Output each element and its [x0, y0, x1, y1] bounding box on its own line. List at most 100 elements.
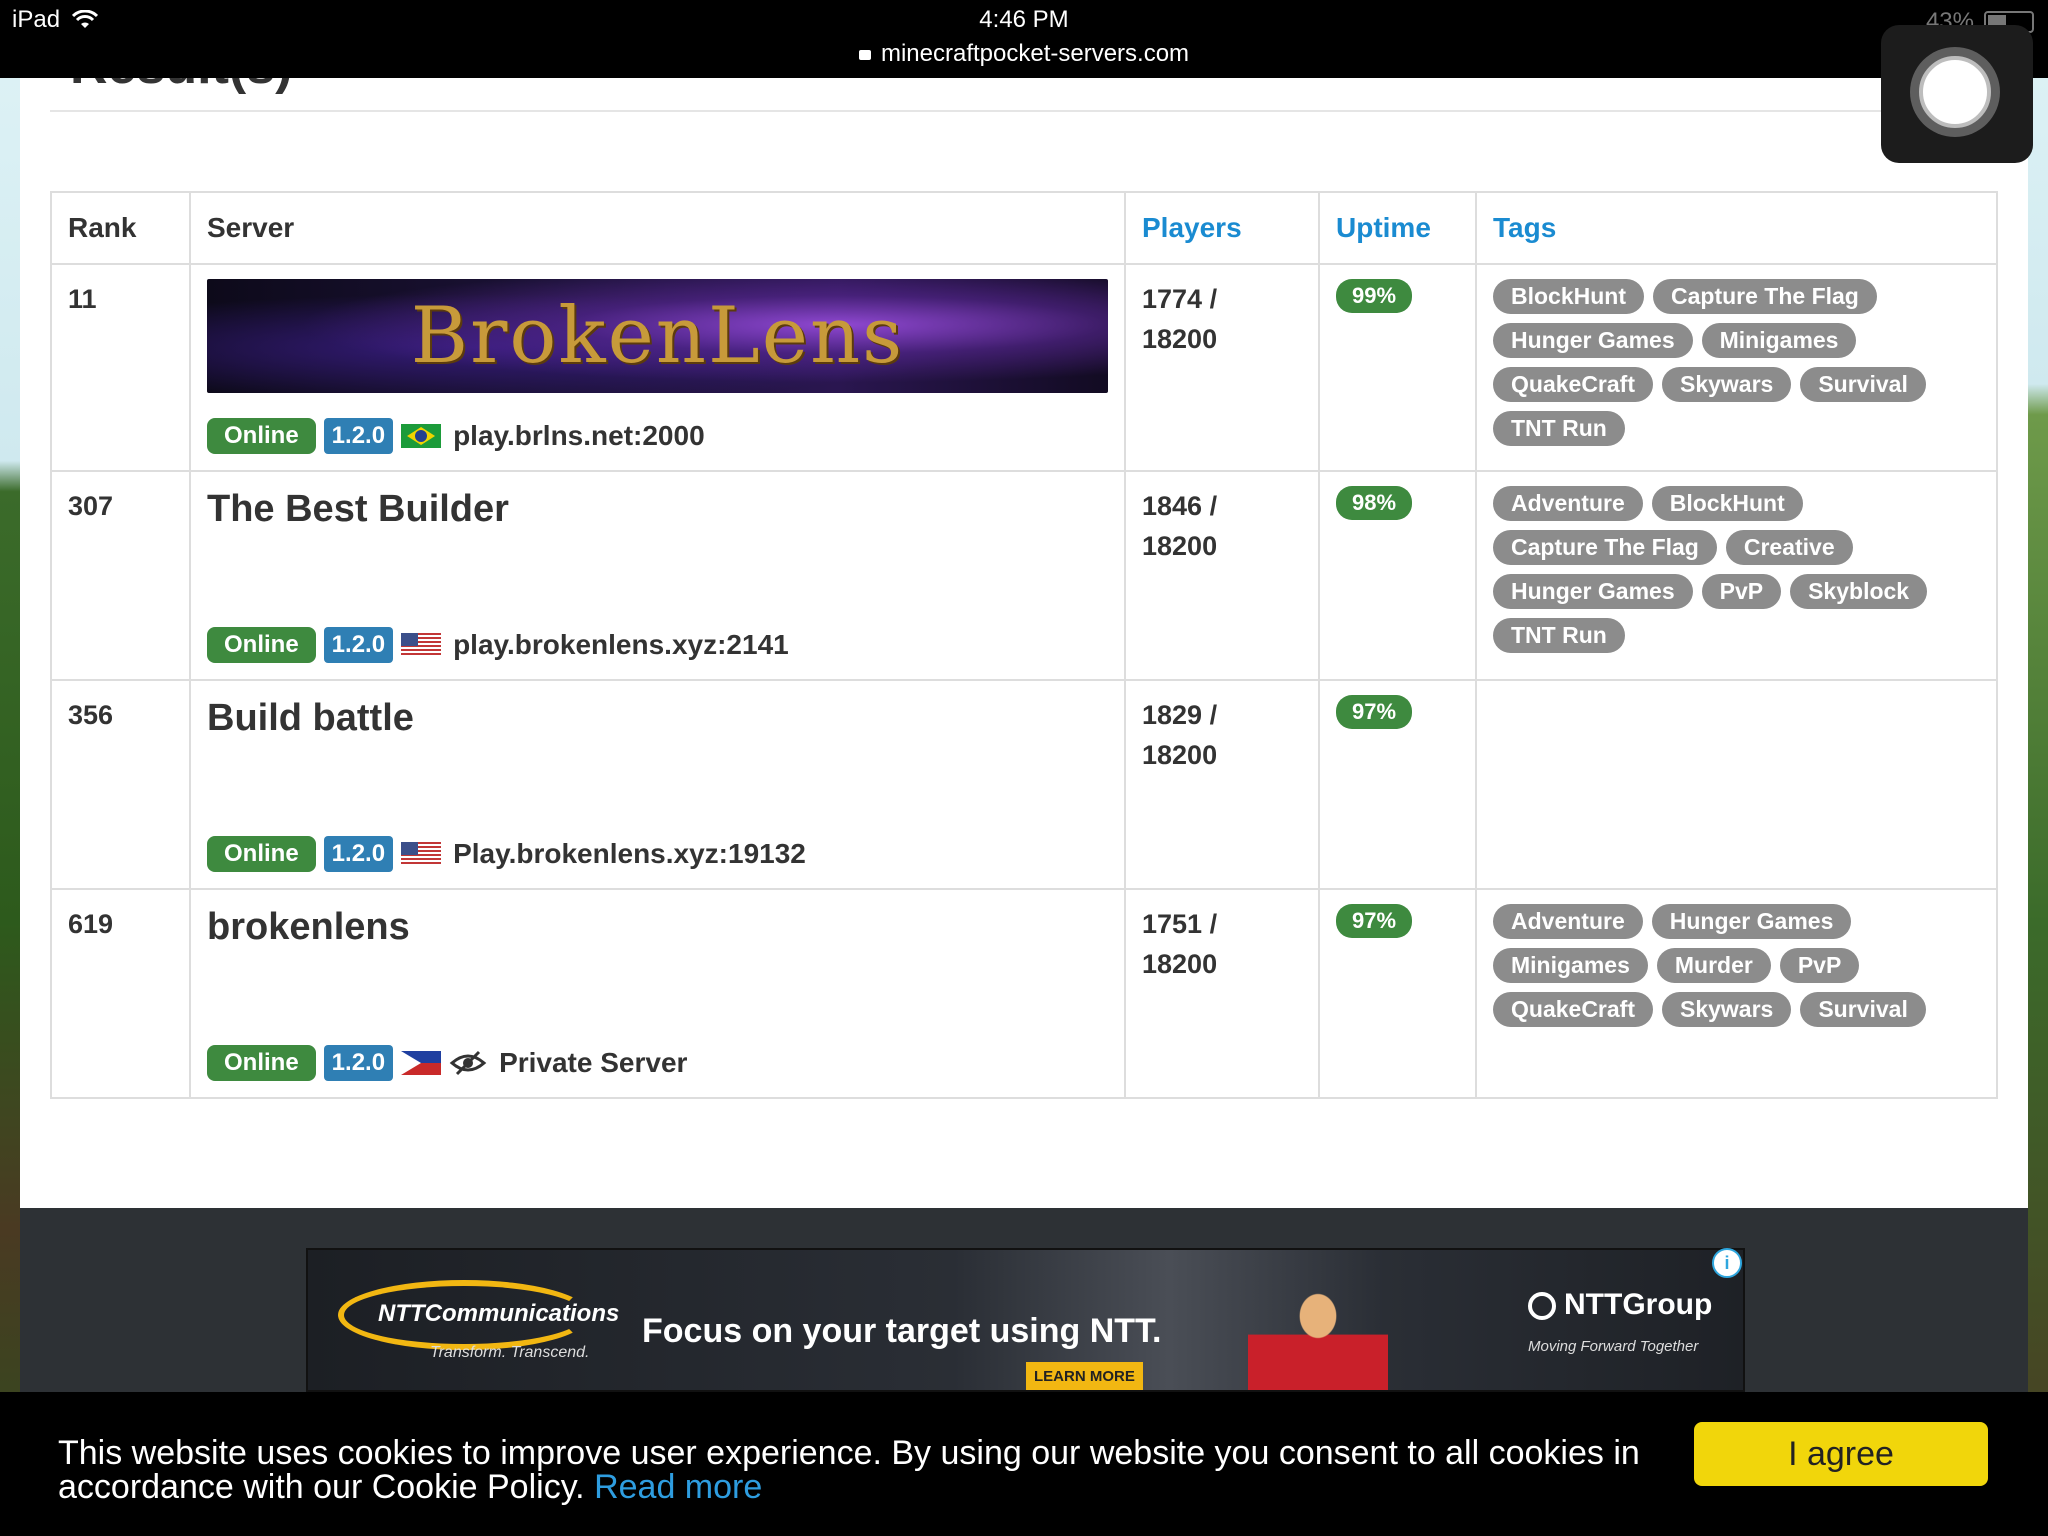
tag-badge[interactable]: Hunger Games [1493, 574, 1693, 609]
tag-badge[interactable]: Skywars [1661, 992, 1792, 1027]
version-badge: 1.2.0 [323, 418, 394, 454]
server-status-line: Online 1.2.0 play.brokenlens.xyz:2141 [207, 627, 789, 663]
table-row[interactable]: 356 Build battle Online 1.2.0 Play.brokenlen… [50, 679, 1998, 890]
address-bar[interactable]: minecraftpocket-servers.com [0, 40, 2048, 68]
tag-badge[interactable]: Minigames [1493, 948, 1648, 983]
players-online: 1751 / [1142, 909, 1218, 939]
tag-badge[interactable]: Skywars [1661, 367, 1792, 402]
uptime-cell: 97% [1318, 888, 1477, 1099]
players-online: 1829 / [1142, 700, 1218, 730]
cookie-message: This website uses cookies to improve use… [58, 1436, 1658, 1504]
rank-value: 619 [68, 909, 114, 939]
background-left [0, 0, 20, 1536]
rank-cell: 356 [50, 679, 191, 890]
tag-badge[interactable]: BlockHunt [1651, 486, 1803, 521]
ad-learn-more-button[interactable]: LEARN MORE [1026, 1362, 1143, 1390]
usa-flag-icon [401, 842, 442, 866]
server-table: Rank Server Players Uptime Tags 11 Broken… [50, 191, 1998, 1099]
rank-cell: 307 [50, 470, 191, 681]
cookie-banner: This website uses cookies to improve use… [0, 1392, 2048, 1536]
table-row[interactable]: 619 brokenlens Online 1.2.0 Private Server 17… [50, 888, 1998, 1099]
table-row[interactable]: 11 BrokenLens Online 1.2.0 play.brlns.net:20… [50, 263, 1998, 472]
players-max: 18200 [1142, 324, 1218, 354]
ad-info-icon[interactable]: i [1712, 1248, 1742, 1278]
server-name[interactable]: brokenlens [207, 906, 1108, 949]
server-banner[interactable]: BrokenLens [207, 279, 1108, 393]
server-cell: brokenlens Online 1.2.0 Private Server [189, 888, 1126, 1099]
server-address[interactable]: Private Server [499, 1047, 687, 1079]
players-online: 1846 / [1142, 491, 1218, 521]
tag-badge[interactable]: Minigames [1701, 323, 1857, 358]
tag-badge[interactable]: Survival [1800, 992, 1926, 1027]
tag-badge[interactable]: Survival [1800, 367, 1926, 402]
players-online: 1774 / [1142, 284, 1218, 314]
ad-group: NTTGroup [1528, 1288, 1712, 1322]
server-name[interactable]: Build battle [207, 697, 1108, 740]
tag-badge[interactable]: Hunger Games [1493, 323, 1693, 358]
table-header-row: Rank Server Players Uptime Tags [50, 191, 1998, 265]
tag-badge[interactable]: Skyblock [1790, 574, 1928, 609]
server-name[interactable]: The Best Builder [207, 488, 1108, 531]
rank-cell: 11 [50, 263, 191, 472]
tag-list: Adventure BlockHunt Capture The Flag Creati… [1493, 486, 1953, 653]
players-cell: 1774 / 18200 [1124, 263, 1320, 472]
tags-cell: Adventure BlockHunt Capture The Flag Creati… [1475, 470, 1998, 681]
tag-badge[interactable]: QuakeCraft [1493, 992, 1653, 1027]
tag-list: BlockHunt Capture The Flag Hunger Games Min… [1493, 279, 1953, 446]
read-more-link[interactable]: Read more [594, 1468, 762, 1506]
tags-cell: Adventure Hunger Games Minigames Murder PvP Q… [1475, 888, 1998, 1099]
tag-badge[interactable]: Capture The Flag [1653, 279, 1877, 314]
uptime-cell: 98% [1318, 470, 1477, 681]
rank-value: 307 [68, 491, 114, 521]
tag-badge[interactable]: PvP [1779, 948, 1860, 983]
assistive-touch-icon [1910, 47, 2000, 137]
uptime-badge: 97% [1336, 904, 1413, 938]
clock: 4:46 PM [979, 6, 1069, 33]
tag-badge[interactable]: Capture The Flag [1493, 530, 1717, 565]
tag-badge[interactable]: QuakeCraft [1493, 367, 1653, 402]
tag-badge[interactable]: PvP [1701, 574, 1782, 609]
server-address[interactable]: play.brokenlens.xyz:2141 [453, 629, 789, 661]
uptime-badge: 97% [1336, 695, 1413, 729]
tag-badge[interactable]: Hunger Games [1651, 904, 1852, 939]
players-max: 18200 [1142, 531, 1218, 561]
server-cell: BrokenLens Online 1.2.0 play.brlns.net:2000 [189, 263, 1126, 472]
header-players-sort[interactable]: Players [1124, 191, 1320, 265]
tag-badge[interactable]: Adventure [1493, 904, 1643, 939]
server-status-line: Online 1.2.0 Private Server [207, 1045, 687, 1081]
players-max: 18200 [1142, 949, 1218, 979]
players-cell: 1846 / 18200 [1124, 470, 1320, 681]
brazil-flag-icon [401, 424, 442, 448]
uptime-cell: 99% [1318, 263, 1477, 472]
status-badge: Online [207, 418, 316, 454]
server-address[interactable]: play.brlns.net:2000 [453, 420, 705, 452]
status-badge: Online [207, 1045, 316, 1081]
tag-list: Adventure Hunger Games Minigames Murder PvP Q… [1493, 904, 1953, 1027]
server-address[interactable]: Play.brokenlens.xyz:19132 [453, 838, 806, 870]
tag-badge[interactable]: TNT Run [1493, 411, 1625, 446]
rank-cell: 619 [50, 888, 191, 1099]
tag-badge[interactable]: Murder [1656, 948, 1771, 983]
banner-text: BrokenLens [410, 291, 905, 381]
header-tags-sort[interactable]: Tags [1475, 191, 1998, 265]
server-status-line: Online 1.2.0 play.brlns.net:2000 [207, 418, 705, 454]
version-badge: 1.2.0 [323, 1045, 394, 1081]
rank-value: 356 [68, 700, 114, 730]
agree-button[interactable]: I agree [1694, 1422, 1988, 1486]
rank-value: 11 [68, 284, 97, 314]
ad-tagline: Transform. Transcend. [430, 1344, 590, 1361]
status-badge: Online [207, 836, 316, 872]
header-rank: Rank [50, 191, 191, 265]
tag-badge[interactable]: Adventure [1493, 486, 1643, 521]
philippines-flag-icon [401, 1051, 442, 1075]
ntt-group-logo-icon [1528, 1292, 1556, 1321]
title-divider [50, 110, 2032, 112]
tag-badge[interactable]: Creative [1725, 530, 1853, 565]
ad-banner[interactable]: NTTCommunications Transform. Transcend. … [306, 1248, 1745, 1392]
table-row[interactable]: 307 The Best Builder Online 1.2.0 play.broke… [50, 470, 1998, 681]
tag-badge[interactable]: TNT Run [1493, 618, 1625, 653]
assistive-touch-button[interactable] [1881, 25, 2033, 163]
header-uptime-sort[interactable]: Uptime [1318, 191, 1477, 265]
tag-badge[interactable]: BlockHunt [1493, 279, 1644, 314]
server-cell: Build battle Online 1.2.0 Play.brokenlens.x… [189, 679, 1126, 890]
